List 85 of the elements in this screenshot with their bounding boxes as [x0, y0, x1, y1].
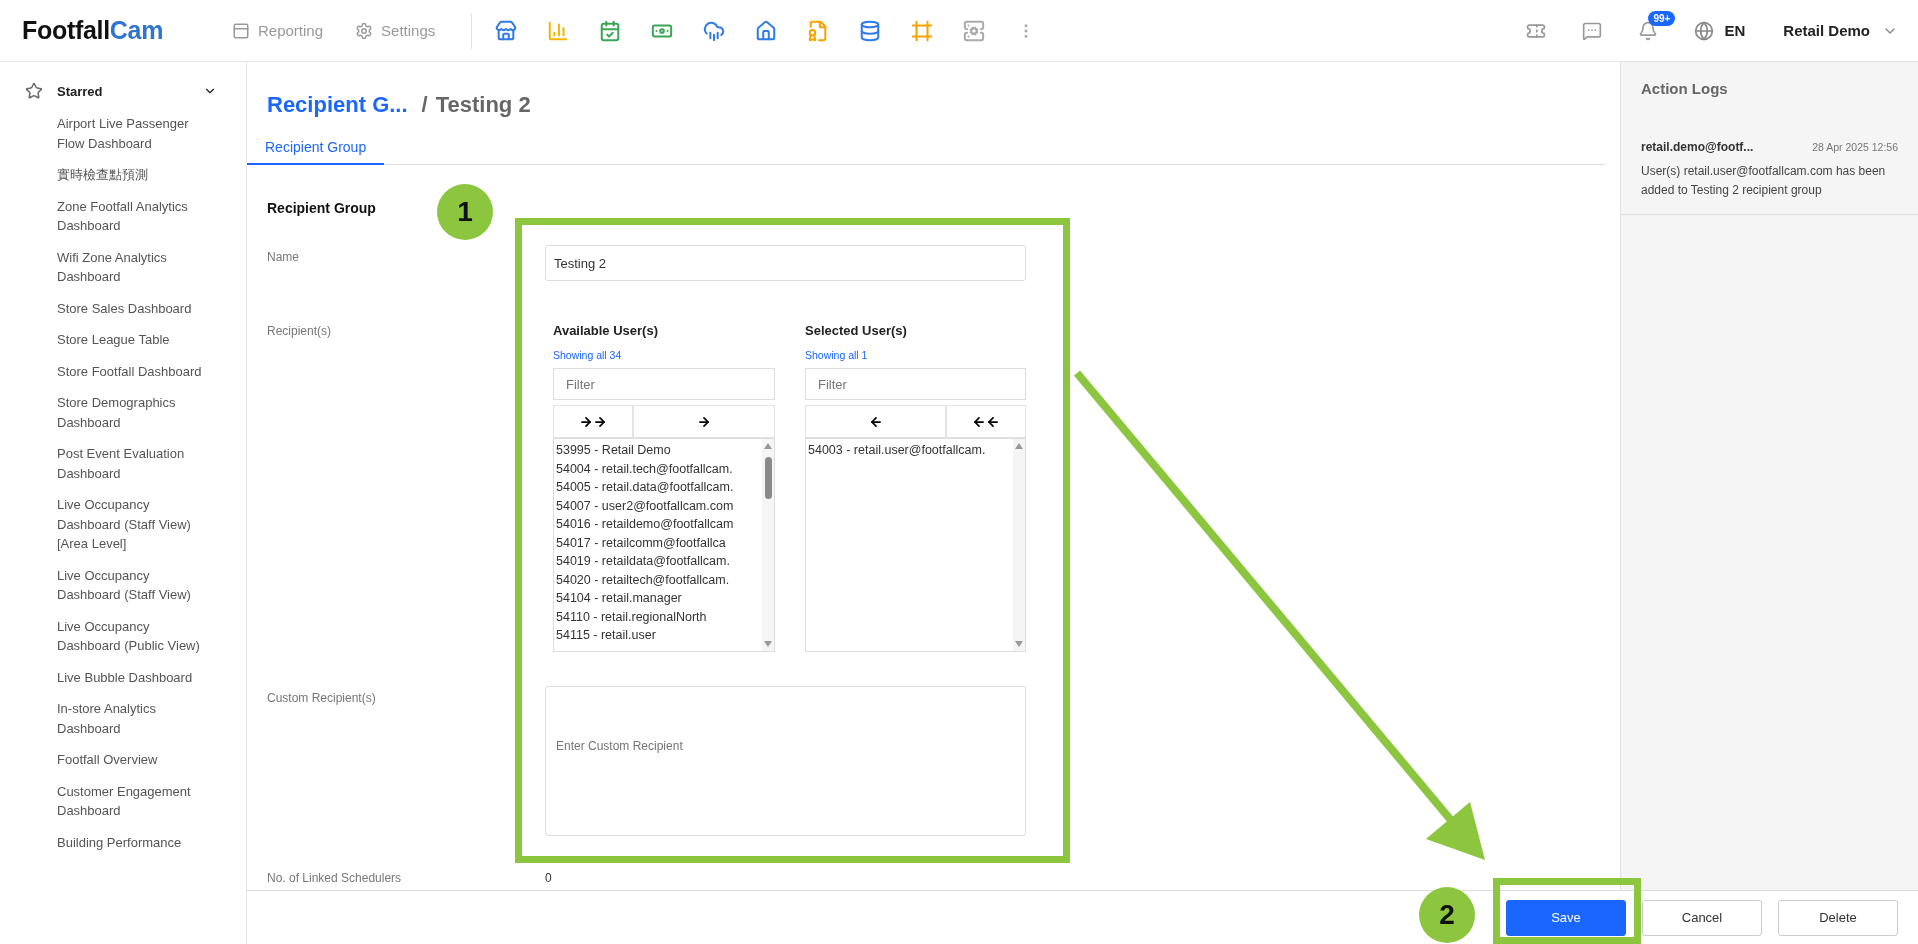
secondary-button[interactable]: Delete — [1778, 899, 1898, 936]
settings-icon — [355, 21, 374, 40]
sidebar-item[interactable]: Live Occupancy Dashboard (Public View) — [57, 610, 207, 662]
sidebar-section[interactable]: Starred — [25, 82, 217, 100]
sidebar-item[interactable]: Building Performance — [57, 826, 207, 858]
field-value: 0 — [545, 870, 553, 885]
step-marker: 2 — [1419, 887, 1475, 943]
scroll-up-icon[interactable] — [1015, 443, 1023, 449]
scroll-down-icon[interactable] — [764, 641, 772, 647]
list-option[interactable]: 54115 - retail.user — [556, 626, 760, 645]
arrow-left-icon — [972, 414, 986, 429]
scrollbar[interactable] — [762, 439, 774, 651]
sidebar-item[interactable]: Store Demographics Dashboard — [57, 387, 207, 438]
sidebar-item[interactable]: Zone Footfall Analytics Dashboard — [57, 190, 207, 242]
sidebar-item[interactable]: Store Footfall Dashboard — [57, 355, 207, 387]
field-label: Name — [267, 249, 300, 266]
sidebar-item[interactable]: Live Occupancy Dashboard (Staff View) — [57, 559, 207, 611]
bell-icon[interactable] — [1638, 20, 1659, 41]
page-title: Testing 2 — [435, 92, 531, 118]
notification-badge: 99+ — [1648, 10, 1676, 26]
step-marker: 1 — [437, 184, 493, 240]
log-message: User(s) retail.user@footfallcam.com has been added to Testing 2 recipient group — [1641, 163, 1887, 199]
log-time: 28 Apr 2025 12:56 — [1812, 141, 1898, 153]
scroll-thumb[interactable] — [765, 457, 772, 499]
list-option[interactable]: 54007 - user2@footfallcam.com — [556, 496, 760, 515]
list-option[interactable]: 54005 - retail.data@footfallcam. — [556, 478, 760, 497]
sidebar-item[interactable]: 實時檢查點預測 — [57, 159, 207, 191]
move-all-button[interactable] — [553, 405, 633, 438]
star-icon — [25, 82, 43, 100]
field-label: Recipient(s) — [267, 323, 333, 340]
list-option[interactable]: 54104 - retail.manager — [556, 589, 760, 608]
sidebar-item[interactable]: Footfall Overview — [57, 744, 207, 776]
arrow-left-icon — [868, 414, 883, 429]
move-all-button[interactable] — [946, 405, 1026, 438]
list-title: Available User(s) — [553, 323, 659, 339]
chat-icon[interactable] — [1582, 20, 1603, 41]
list-option[interactable]: 54019 - retaildata@footfallcam. — [556, 552, 760, 571]
field-label: No. of Linked Schedulers — [267, 870, 403, 885]
list-option[interactable]: 54020 - retailtech@footfallcam. — [556, 570, 760, 589]
name-field[interactable]: Testing 2 — [545, 245, 1026, 281]
panel-title: Action Logs — [1641, 80, 1728, 97]
primary-button[interactable]: Save — [1506, 899, 1626, 936]
globe-icon[interactable] — [1694, 20, 1715, 41]
sidebar-item[interactable]: Store League Table — [57, 324, 207, 356]
window-icon — [232, 21, 250, 40]
scrollbar[interactable] — [1013, 439, 1025, 651]
list-count: Showing all 34 — [553, 349, 623, 362]
list-option[interactable]: 54003 - retail.user@footfallcam. — [808, 441, 1011, 460]
sidebar-item[interactable]: Customer Engagement Dashboard — [57, 775, 207, 827]
arrow-left-icon — [986, 414, 1000, 429]
list-option[interactable]: 54016 - retaildemo@footfallcam — [556, 515, 760, 534]
arrow-right-icon — [697, 414, 711, 429]
sidebar-item[interactable]: In-store Analytics Dashboard — [57, 693, 207, 744]
list-option[interactable]: 54110 - retail.regionalNorth — [556, 607, 760, 626]
scroll-up-icon[interactable] — [764, 443, 772, 449]
sidebar-item[interactable]: Wifi Zone Analytics Dashboard — [57, 241, 207, 293]
sidebar-item[interactable]: Airport Live Passenger Flow Dashboard — [57, 108, 207, 159]
sidebar-item[interactable]: Live Occupancy Dashboard (Staff View) [Area Level] — [57, 489, 207, 560]
breadcrumb-separator: / — [421, 92, 428, 118]
arrow-right-icon — [593, 414, 607, 429]
list-title: Selected User(s) — [805, 323, 908, 339]
list-option[interactable]: 54017 - retailcomm@footfallca — [556, 533, 760, 552]
language-selector[interactable]: EN — [1724, 22, 1746, 39]
tab[interactable]: Recipient Group — [247, 130, 385, 165]
field-label: Custom Recipient(s) — [267, 690, 377, 707]
breadcrumb-link[interactable]: Recipient G... — [267, 92, 408, 118]
filter-field[interactable]: Filter — [805, 368, 1026, 400]
filter-field[interactable]: Filter — [553, 368, 775, 400]
log-user: retail.demo@footf... — [1641, 140, 1754, 154]
sidebar-item[interactable]: Post Event Evaluation Dashboard — [57, 438, 207, 489]
section-label: Starred — [57, 83, 104, 99]
custom-recipient-field[interactable]: Enter Custom Recipient — [545, 686, 1026, 836]
logo[interactable]: FootfallCam — [22, 16, 232, 45]
store-icon[interactable] — [494, 18, 519, 43]
user-menu[interactable]: Retail Demo — [1783, 22, 1870, 39]
list-option[interactable]: 53995 - Retail Demo — [556, 441, 760, 460]
sidebar-item[interactable]: Store Sales Dashboard — [57, 292, 207, 324]
scroll-down-icon[interactable] — [1015, 641, 1023, 647]
list-option[interactable]: 54004 - retail.tech@footfallcam. — [556, 459, 760, 478]
secondary-button[interactable]: Cancel — [1642, 899, 1762, 936]
section-heading: Recipient Group — [267, 200, 376, 216]
arrow-right-icon — [579, 414, 593, 429]
list-count: Showing all 1 — [805, 349, 869, 362]
frame-icon[interactable] — [910, 18, 935, 43]
sidebar-item[interactable]: Live Bubble Dashboard — [57, 661, 207, 693]
